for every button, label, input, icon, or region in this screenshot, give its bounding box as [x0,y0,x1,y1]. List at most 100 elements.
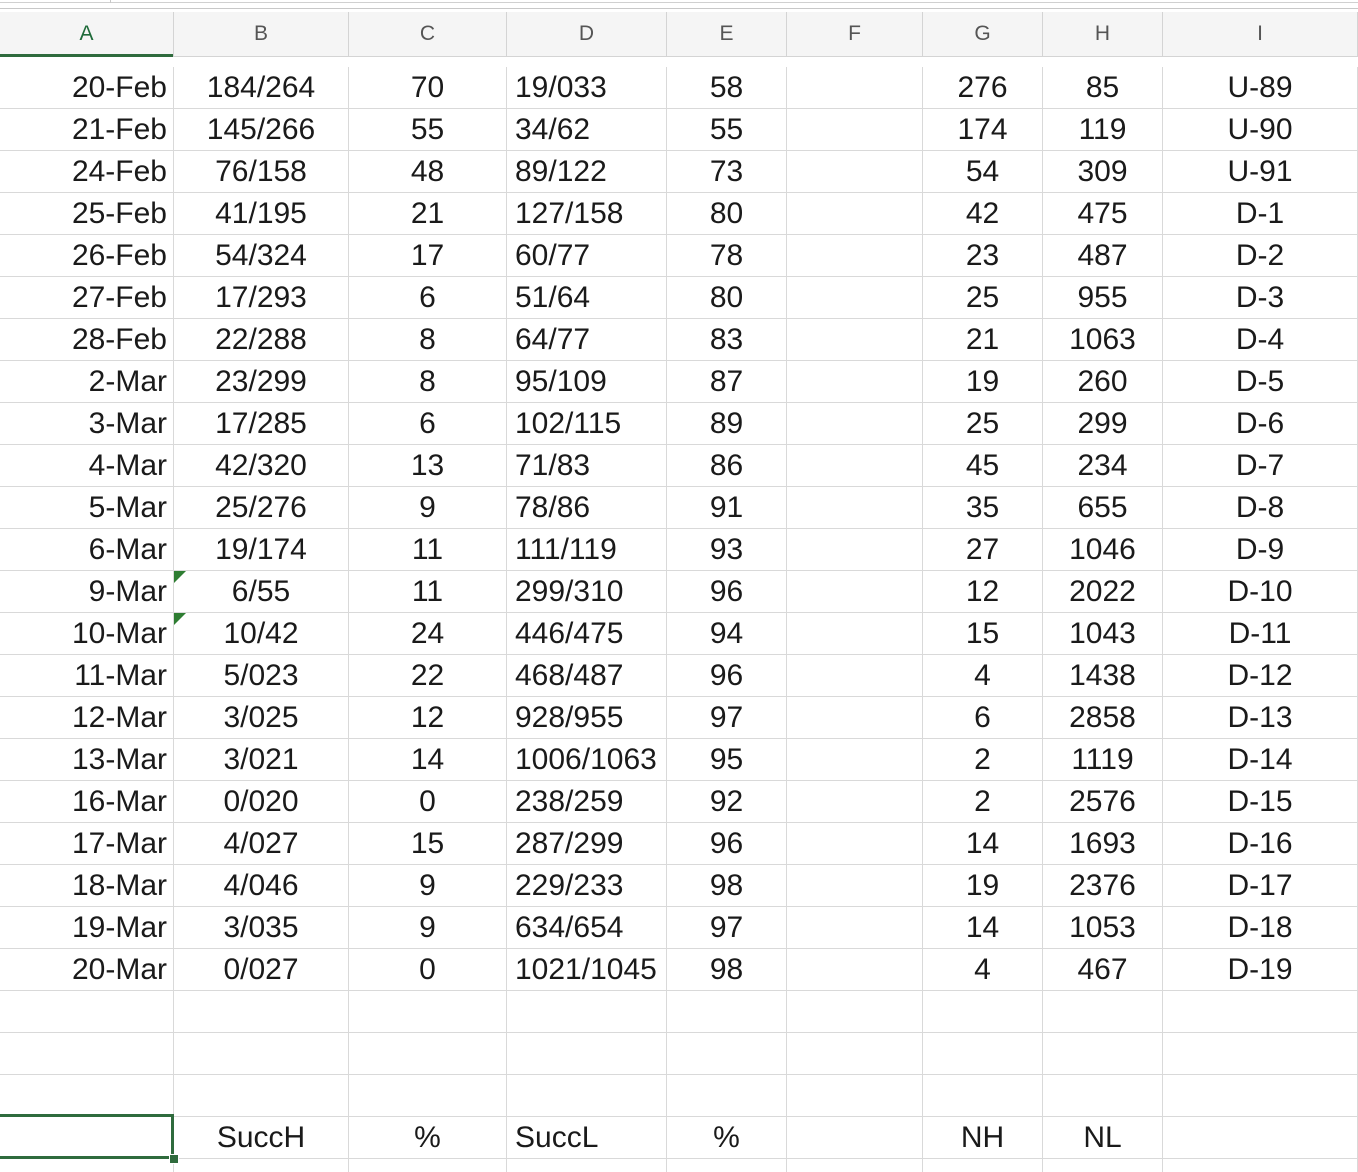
cell-f[interactable] [787,655,923,696]
cell-c[interactable]: 70 [349,67,507,108]
cell-b[interactable]: 22/288 [174,319,349,360]
cell-d[interactable]: 238/259 [507,781,667,822]
cell-b[interactable]: 3/035 [174,907,349,948]
cell-d[interactable]: 78/86 [507,487,667,528]
cell-d[interactable]: 468/487 [507,655,667,696]
error-indicator-icon[interactable] [174,571,186,583]
cell-h[interactable]: 119 [1043,109,1163,150]
cell-c[interactable]: 0 [349,781,507,822]
cell-a[interactable]: 20-Mar [0,949,174,990]
cell-f[interactable] [787,823,923,864]
cell-c[interactable]: 55 [349,109,507,150]
column-header-i[interactable]: I [1163,12,1358,56]
cell-c[interactable]: 9 [349,487,507,528]
cell-g[interactable]: 54 [923,151,1043,192]
cell-g[interactable] [923,1159,1043,1172]
cell-h[interactable] [1043,1159,1163,1172]
cell-f[interactable] [787,193,923,234]
cell-a[interactable]: 24-Feb [0,151,174,192]
cell-b[interactable]: 76/158 [174,151,349,192]
cell-g[interactable]: 35 [923,487,1043,528]
cell-b[interactable]: 3/021 [174,739,349,780]
cell-g[interactable]: 276 [923,67,1043,108]
cell-a[interactable]: 17-Mar [0,823,174,864]
cell-a[interactable]: 28-Feb [0,319,174,360]
cell-a[interactable]: 2-Mar [0,361,174,402]
cell-i[interactable]: U-91 [1163,151,1358,192]
cell-e[interactable]: 86 [667,445,787,486]
cell-f[interactable] [787,403,923,444]
cell-g[interactable]: 25 [923,403,1043,444]
cell-i[interactable]: D-8 [1163,487,1358,528]
cell-f[interactable] [787,907,923,948]
cell-b[interactable] [174,1159,349,1172]
cell-g[interactable]: 23 [923,235,1043,276]
cell-e[interactable]: 78 [667,235,787,276]
cell-d[interactable]: 111/119 [507,529,667,570]
cell-a[interactable]: 20-Feb [0,67,174,108]
cell-d[interactable]: 928/955 [507,697,667,738]
cell-b[interactable]: 4/046 [174,865,349,906]
cell-g[interactable]: 14 [923,907,1043,948]
cell-d[interactable]: 89/122 [507,151,667,192]
cell-e[interactable]: 98 [667,865,787,906]
cell-h[interactable]: 487 [1043,235,1163,276]
cell-c[interactable]: 11 [349,529,507,570]
cell-d[interactable]: 1006/1063 [507,739,667,780]
cell-b[interactable]: 17/293 [174,277,349,318]
cell-f[interactable] [787,1117,923,1158]
cell-c[interactable]: % [349,1117,507,1158]
cell-c[interactable] [349,991,507,1032]
cell-c[interactable]: 15 [349,823,507,864]
cell-g[interactable]: 6 [923,697,1043,738]
cell-b[interactable] [174,991,349,1032]
cell-e[interactable]: 97 [667,907,787,948]
cell-g[interactable]: 45 [923,445,1043,486]
cell-d[interactable]: 95/109 [507,361,667,402]
cell-b[interactable]: 5/023 [174,655,349,696]
cell-h[interactable]: 1043 [1043,613,1163,654]
cell-b[interactable]: 0/020 [174,781,349,822]
active-cell-selection[interactable] [0,1114,174,1159]
cell-f[interactable] [787,1033,923,1074]
cell-a[interactable]: 19-Mar [0,907,174,948]
cell-i[interactable]: D-14 [1163,739,1358,780]
cell-g[interactable]: 12 [923,571,1043,612]
column-header-f[interactable]: F [787,12,923,56]
cell-c[interactable]: 12 [349,697,507,738]
cell-i[interactable]: U-89 [1163,67,1358,108]
cell-a[interactable]: 9-Mar [0,571,174,612]
cell-c[interactable]: 6 [349,277,507,318]
column-header-g[interactable]: G [923,12,1043,56]
cell-i[interactable] [1163,1075,1358,1116]
cell-h[interactable] [1043,991,1163,1032]
cell-e[interactable] [667,991,787,1032]
cell-f[interactable] [787,109,923,150]
cell-i[interactable]: D-6 [1163,403,1358,444]
cell-c[interactable]: 24 [349,613,507,654]
cell-f[interactable] [787,991,923,1032]
cell-a[interactable]: 27-Feb [0,277,174,318]
cell-i[interactable]: D-13 [1163,697,1358,738]
cell-e[interactable]: 55 [667,109,787,150]
cell-e[interactable]: 94 [667,613,787,654]
cell-c[interactable] [349,1159,507,1172]
cell-f[interactable] [787,529,923,570]
cell-d[interactable]: 102/115 [507,403,667,444]
cell-a[interactable]: 16-Mar [0,781,174,822]
cell-h[interactable]: 1053 [1043,907,1163,948]
cell-g[interactable]: 2 [923,781,1043,822]
cell-e[interactable]: 91 [667,487,787,528]
cell-f[interactable] [787,865,923,906]
cell-h[interactable]: 234 [1043,445,1163,486]
cell-d[interactable]: 299/310 [507,571,667,612]
cell-a[interactable]: 13-Mar [0,739,174,780]
cell-e[interactable]: 58 [667,67,787,108]
cell-h[interactable]: 2858 [1043,697,1163,738]
cell-i[interactable]: U-90 [1163,109,1358,150]
cell-e[interactable]: 73 [667,151,787,192]
cell-d[interactable] [507,1159,667,1172]
cell-d[interactable]: 71/83 [507,445,667,486]
cell-d[interactable]: 34/62 [507,109,667,150]
cell-a[interactable] [0,1075,174,1116]
